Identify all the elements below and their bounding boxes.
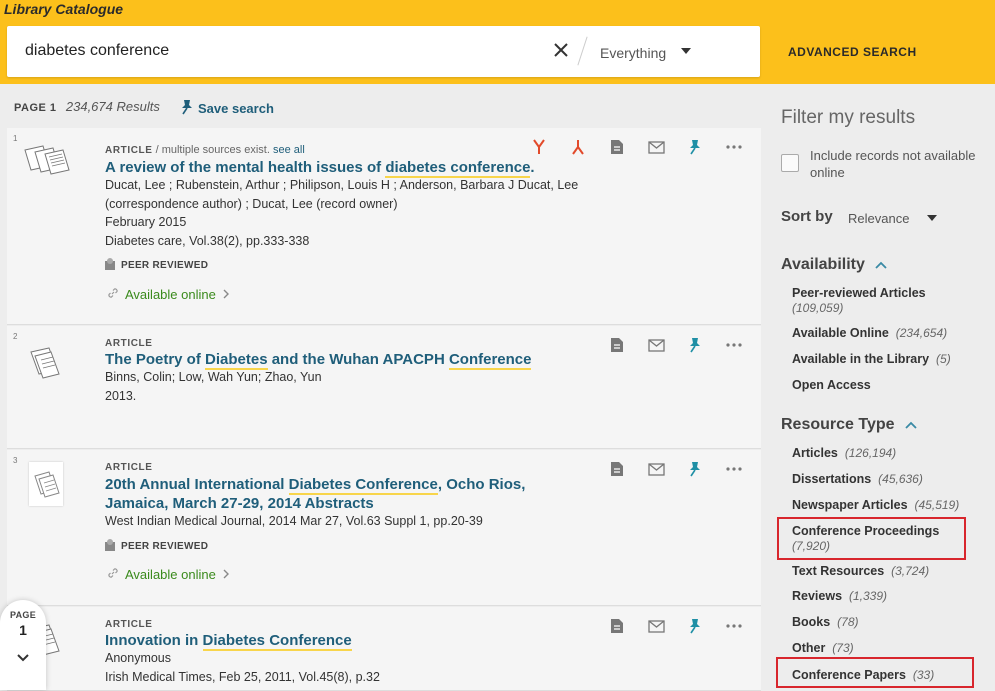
search-input[interactable]: diabetes conference (25, 42, 169, 60)
peer-reviewed-icon (103, 538, 117, 555)
pin-icon (180, 99, 194, 118)
availability-heading[interactable]: Availability (781, 256, 887, 274)
save-search-label: Save search (198, 101, 274, 116)
more-options-icon[interactable] (725, 138, 743, 156)
chevron-right-icon (222, 287, 230, 302)
result-type: ARTICLE (105, 462, 153, 473)
clear-icon[interactable] (551, 40, 571, 60)
peer-reviewed-badge: PEER REVIEWED (103, 538, 208, 555)
facet-available-online[interactable]: Available Online (234,654) (792, 326, 947, 341)
chevron-up-icon[interactable] (875, 256, 887, 274)
caret-down-icon[interactable] (927, 215, 937, 221)
results-count: 234,674 Results (65, 99, 160, 114)
result-type: ARTICLE (105, 338, 153, 349)
result-actions (608, 617, 743, 635)
result-meta: West Indian Medical Journal, 2014 Mar 27… (105, 514, 483, 528)
facet-reviews[interactable]: Reviews (1,339) (792, 589, 887, 604)
sort-label: Sort by (781, 208, 833, 225)
facet-books[interactable]: Books (78) (792, 615, 859, 630)
result-title[interactable]: The Poetry of Diabetes and the Wuhan APA… (105, 350, 532, 370)
more-options-icon[interactable] (725, 336, 743, 354)
result-meta: Ducat, Lee ; Rubenstein, Arthur ; Philip… (105, 178, 579, 248)
result-title[interactable]: 20th Annual International Diabetes Confe… (105, 475, 525, 513)
article-thumbnail (29, 462, 63, 506)
page-indicator-number: 1 (19, 622, 27, 638)
result-actions (530, 138, 743, 156)
highlight-box (776, 657, 974, 688)
chevron-up-icon[interactable] (904, 416, 917, 434)
chevron-down-icon[interactable] (0, 650, 46, 668)
result-card[interactable]: 2 ARTICLE The Poetry of Diabetes and the… (7, 326, 761, 449)
search-divider (577, 36, 588, 66)
peer-reviewed-badge: PEER REVIEWED (103, 257, 208, 274)
save-search-button[interactable]: Save search (180, 99, 274, 118)
cite-icon[interactable] (530, 138, 548, 156)
result-type: ARTICLE (105, 619, 153, 630)
peer-reviewed-icon (103, 257, 117, 274)
resource-type-heading[interactable]: Resource Type (781, 416, 917, 434)
search-box[interactable]: diabetes conference Everything (7, 26, 760, 77)
result-number: 3 (13, 456, 18, 465)
result-number: 2 (13, 332, 18, 341)
filter-sidebar: Filter my results Include records not av… (765, 84, 995, 691)
email-icon[interactable] (647, 617, 665, 635)
facet-available-in-library[interactable]: Available in the Library (5) (792, 352, 951, 367)
include-unavailable-checkbox[interactable] (781, 154, 799, 172)
facet-open-access[interactable]: Open Access (792, 378, 871, 393)
pin-icon[interactable] (686, 138, 704, 156)
result-card[interactable]: ARTICLE Innovation in Diabetes Conferenc… (7, 607, 761, 691)
result-title[interactable]: Innovation in Diabetes Conference (105, 631, 352, 651)
facet-articles[interactable]: Articles (126,194) (792, 446, 896, 461)
result-card[interactable]: 3 ARTICLE 20th Annual International Diab… (7, 450, 761, 606)
result-meta: Anonymous Irish Medical Times, Feb 25, 2… (105, 651, 380, 684)
citation-icon[interactable] (608, 460, 626, 478)
citation-icon[interactable] (608, 617, 626, 635)
results-summary: PAGE 1 234,674 Results (14, 99, 160, 114)
page-indicator[interactable]: PAGE 1 (0, 600, 46, 690)
pin-icon[interactable] (686, 617, 704, 635)
page-label: PAGE 1 (14, 102, 57, 114)
header-bar: Library Catalogue diabetes conference Ev… (0, 0, 995, 84)
scope-select[interactable]: Everything (600, 45, 666, 61)
facet-peer-reviewed[interactable]: Peer-reviewed Articles (109,059) (792, 286, 926, 316)
result-title[interactable]: A review of the mental health issues of … (105, 158, 535, 178)
result-number: 1 (13, 134, 18, 143)
caret-down-icon[interactable] (681, 48, 691, 54)
more-options-icon[interactable] (725, 460, 743, 478)
see-all-link[interactable]: see all (273, 144, 305, 156)
citing-icon[interactable] (569, 138, 587, 156)
facet-newspaper-articles[interactable]: Newspaper Articles (45,519) (792, 498, 959, 513)
more-options-icon[interactable] (725, 617, 743, 635)
email-icon[interactable] (647, 138, 665, 156)
result-type: ARTICLE / multiple sources exist. see al… (105, 144, 305, 156)
result-actions (608, 336, 743, 354)
article-icon (27, 346, 77, 396)
citation-icon[interactable] (608, 336, 626, 354)
result-meta: Binns, Colin; Low, Wah Yun; Zhao, Yun 20… (105, 370, 322, 403)
link-icon (107, 567, 119, 582)
chevron-right-icon (222, 567, 230, 582)
email-icon[interactable] (647, 460, 665, 478)
pin-icon[interactable] (686, 336, 704, 354)
article-multiple-icon (23, 144, 73, 194)
pin-icon[interactable] (686, 460, 704, 478)
brand-title[interactable]: Library Catalogue (4, 1, 123, 17)
link-icon (107, 287, 119, 302)
sort-select[interactable]: Relevance (848, 211, 909, 226)
available-online-link[interactable]: Available online (107, 287, 230, 302)
result-card[interactable]: 1 ARTICLE / multiple sources exist. see … (7, 128, 761, 325)
advanced-search-link[interactable]: ADVANCED SEARCH (788, 45, 917, 59)
include-unavailable-label[interactable]: Include records not available online (810, 147, 990, 181)
facet-text-resources[interactable]: Text Resources (3,724) (792, 564, 929, 579)
citation-icon[interactable] (608, 138, 626, 156)
page-indicator-label: PAGE (9, 610, 37, 620)
email-icon[interactable] (647, 336, 665, 354)
facet-other[interactable]: Other (73) (792, 641, 854, 656)
highlight-box (777, 517, 966, 560)
available-online-link[interactable]: Available online (107, 567, 230, 582)
filter-title: Filter my results (781, 107, 916, 128)
result-actions (608, 460, 743, 478)
facet-dissertations[interactable]: Dissertations (45,636) (792, 472, 923, 487)
